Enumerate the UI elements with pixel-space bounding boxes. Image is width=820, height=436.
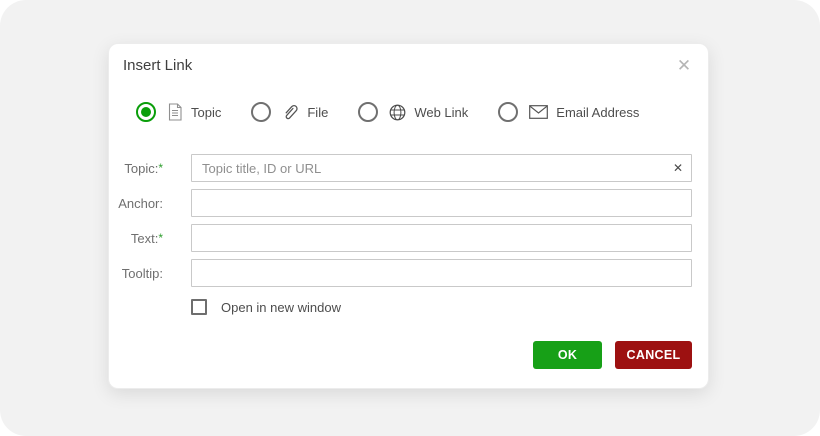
ok-button[interactable]: OK [533,341,602,369]
radio-circle [251,102,272,122]
document-icon [167,103,183,121]
link-form: Topic:* ✕ Anchor: Text:* Tooltip: [109,154,708,294]
tooltip-label: Tooltip: [121,265,163,281]
text-input[interactable] [191,224,692,252]
radio-label-topic: Topic [191,104,222,120]
paperclip-icon [282,103,299,121]
clear-icon[interactable]: ✕ [671,160,685,176]
cancel-button[interactable]: CANCEL [615,341,692,369]
link-type-radio-group: Topic File Web Link Email Address [136,102,639,122]
anchor-label: Anchor: [118,195,163,211]
field-row-tooltip: Tooltip: [109,259,708,287]
topic-label: Topic:* [124,160,163,176]
open-in-new-window-option[interactable]: Open in new window [191,299,341,315]
radio-option-web-link[interactable]: Web Link [358,102,468,122]
radio-circle [136,102,156,122]
app-canvas: Insert Link ✕ Topic File Web Link Email … [0,0,820,436]
required-asterisk: * [158,160,163,175]
field-row-anchor: Anchor: [109,189,708,217]
topic-input[interactable] [191,154,692,182]
field-row-topic: Topic:* ✕ [109,154,708,182]
radio-option-file[interactable]: File [251,102,328,122]
tooltip-input[interactable] [191,259,692,287]
close-icon[interactable]: ✕ [673,54,695,76]
insert-link-dialog: Insert Link ✕ Topic File Web Link Email … [108,43,709,389]
dialog-footer: OK CANCEL [533,341,692,369]
radio-label-email-address: Email Address [556,104,640,120]
checkbox[interactable] [191,299,207,315]
dialog-title: Insert Link [123,57,193,74]
required-asterisk: * [158,230,163,245]
globe-icon [389,104,406,121]
radio-option-topic[interactable]: Topic [136,102,221,122]
text-label: Text:* [130,230,163,246]
radio-circle [498,102,519,122]
field-row-text: Text:* [109,224,708,252]
envelope-icon [529,105,549,119]
anchor-input[interactable] [191,189,692,217]
radio-option-email-address[interactable]: Email Address [498,102,639,122]
radio-label-file: File [307,104,329,120]
checkbox-label: Open in new window [221,299,341,315]
radio-circle [358,102,379,122]
radio-label-web-link: Web Link [414,104,469,120]
